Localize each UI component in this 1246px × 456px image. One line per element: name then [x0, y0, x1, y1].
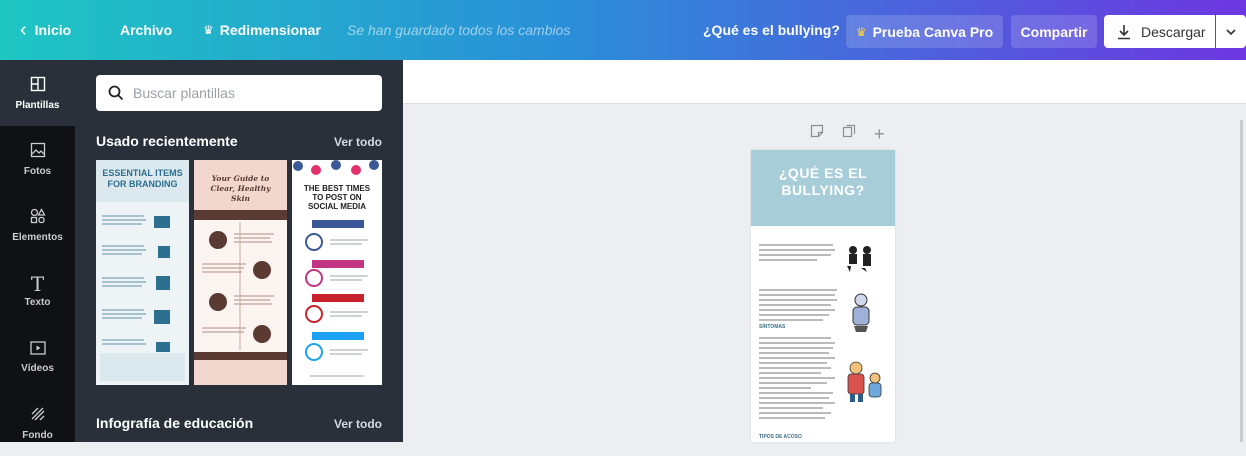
context-toolbar: [403, 60, 1246, 104]
download-label: Descargar: [1141, 23, 1206, 40]
page-body-content: [759, 244, 882, 419]
resize-button[interactable]: ♛ Redimensionar: [203, 0, 321, 60]
rail-label-photos: Fotos: [23, 165, 52, 177]
design-page[interactable]: ¿QUÉ ES EL BULLYING? SÍNTOMAS TIPOS DE A…: [751, 150, 895, 442]
page-subheading-symptoms: SÍNTOMAS: [759, 324, 786, 330]
template-title: Your Guide to Clear, Healthy Skin: [210, 174, 271, 203]
share-button[interactable]: Compartir: [1011, 15, 1097, 48]
recent-see-all-link[interactable]: Ver todo: [334, 135, 382, 149]
rail-label-elements: Elementos: [12, 231, 63, 243]
rail-item-photos[interactable]: Fotos: [0, 126, 75, 192]
download-options-button[interactable]: [1216, 15, 1246, 48]
search-icon: [108, 85, 124, 101]
recent-section-title: Usado recientemente: [96, 133, 238, 149]
crown-icon: ♛: [203, 23, 214, 37]
top-bar: ‹ Inicio Archivo ♛ Redimensionar Se han …: [0, 0, 1246, 60]
education-see-all-link[interactable]: Ver todo: [334, 417, 382, 431]
resize-label: Redimensionar: [219, 22, 321, 38]
template-search-input[interactable]: Buscar plantillas: [96, 75, 382, 111]
template-preview-branding: [96, 160, 189, 385]
add-page-icon[interactable]: +: [874, 125, 885, 143]
download-button[interactable]: Descargar: [1104, 15, 1215, 48]
rail-label-videos: Vídeos: [21, 362, 54, 374]
try-pro-label: Prueba Canva Pro: [872, 23, 994, 40]
chevron-left-icon: ‹: [20, 18, 27, 41]
canvas-scrollbar[interactable]: [1240, 120, 1243, 442]
rail-label-background: Fondo: [22, 429, 53, 441]
page-tools: +: [810, 124, 885, 143]
note-icon[interactable]: [810, 124, 824, 143]
template-thumb-branding[interactable]: ESSENTIAL ITEMS FOR BRANDING: [96, 160, 189, 385]
rail-item-templates[interactable]: Plantillas: [0, 60, 75, 126]
rail-item-elements[interactable]: Elementos: [0, 192, 75, 258]
rail-item-text[interactable]: T Texto: [0, 258, 75, 324]
elements-icon: [30, 207, 46, 228]
template-thumb-skin-guide[interactable]: Your Guide to Clear, Healthy Skin: [194, 160, 287, 385]
home-button[interactable]: ‹ Inicio: [20, 0, 71, 60]
file-menu[interactable]: Archivo: [120, 0, 172, 60]
background-icon: [30, 406, 46, 426]
download-icon: [1118, 24, 1130, 39]
templates-icon: [30, 76, 46, 96]
rail-label-text: Texto: [24, 296, 51, 308]
duplicate-page-icon[interactable]: [842, 124, 856, 143]
rail-item-background[interactable]: Fondo: [0, 390, 75, 456]
template-title: ESSENTIAL ITEMS FOR BRANDING: [102, 168, 183, 189]
template-title: THE BEST TIMES TO POST ON SOCIAL MEDIA: [303, 184, 371, 211]
rail-label-templates: Plantillas: [15, 99, 60, 111]
side-rail: Plantillas Fotos Elementos T Texto Vídeo…: [0, 60, 75, 442]
crown-icon: ♛: [855, 24, 867, 39]
text-icon: T: [30, 271, 45, 296]
education-section-title: Infografía de educación: [96, 415, 254, 431]
document-title[interactable]: ¿Qué es el bullying?: [703, 0, 840, 60]
chevron-down-icon: [1226, 28, 1236, 35]
home-label: Inicio: [34, 22, 72, 38]
search-placeholder: Buscar plantillas: [133, 85, 235, 101]
videos-icon: [29, 340, 46, 359]
save-status: Se han guardado todos los cambios: [347, 22, 571, 38]
template-thumb-social-media[interactable]: THE BEST TIMES TO POST ON SOCIAL MEDIA: [292, 160, 382, 385]
rail-item-videos[interactable]: Vídeos: [0, 324, 75, 390]
photos-icon: [30, 142, 46, 162]
templates-panel: Buscar plantillas Usado recientemente Ve…: [75, 60, 403, 442]
try-pro-button[interactable]: ♛ Prueba Canva Pro: [846, 15, 1003, 48]
page-subheading-types: TIPOS DE ACOSO: [759, 434, 802, 440]
